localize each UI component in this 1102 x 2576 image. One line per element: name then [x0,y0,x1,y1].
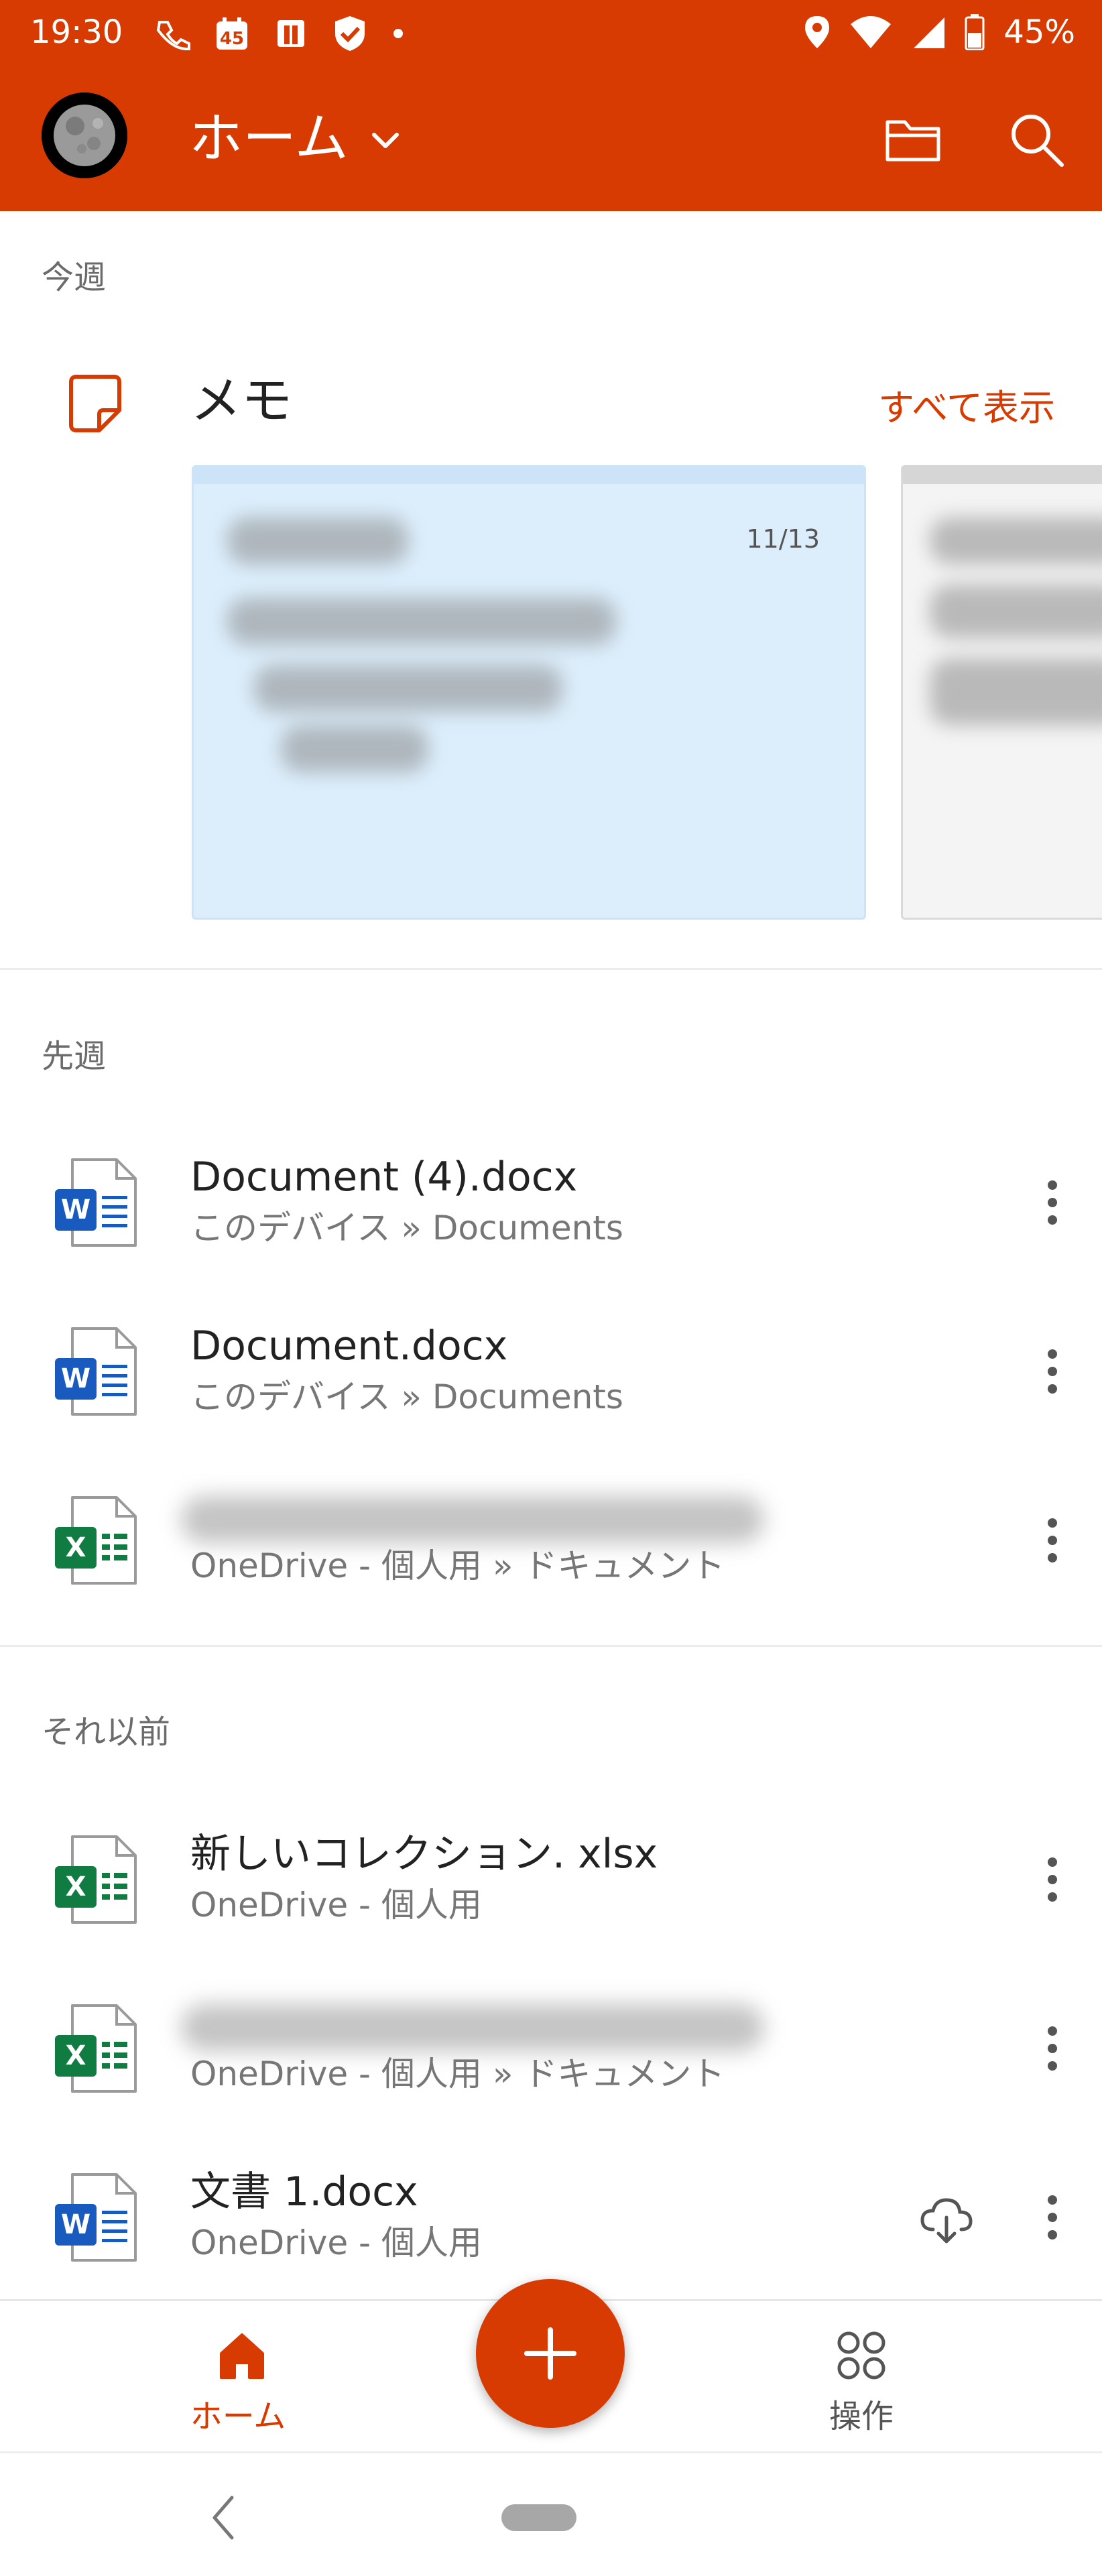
svg-text:W: W [61,1363,90,1394]
svg-text:X: X [66,1872,86,1902]
dot-icon [393,29,403,38]
file-row[interactable]: W 文書 1.docx OneDrive - 個人用 [0,2133,1102,2302]
redacted-text [930,585,1102,638]
word-file-icon: W [55,1327,137,1416]
redacted-text [227,517,408,564]
redacted-text [227,598,616,645]
nav-home[interactable]: ホーム [168,2329,308,2437]
word-file-icon: W [55,1158,137,1247]
svg-text:W: W [61,1194,90,1225]
file-name: Document (4).docx [190,1154,578,1201]
nav-actions-label: 操作 [829,2398,894,2435]
file-location: このデバイス » Documents [190,1209,623,1247]
divider [0,1645,1102,1647]
status-time: 19:30 [30,13,123,51]
divider [0,968,1102,970]
memo-card[interactable]: 11/13 [192,465,866,920]
file-location: OneDrive - 個人用 [190,2223,482,2262]
status-bar: 19:30 45 45% [0,0,1102,64]
file-row[interactable]: X 新しいコレクション. xlsx OneDrive - 個人用 [0,1795,1102,1964]
sticky-note-icon [69,375,121,432]
battery-percent: 45% [1003,13,1075,51]
redacted-text [930,517,1102,564]
file-location: OneDrive - 個人用 » ドキュメント [190,2054,725,2093]
battery-icon [965,14,985,50]
memo-date: 11/13 [746,524,820,554]
excel-file-icon: X [55,2004,137,2093]
home-gesture-pill[interactable] [501,2504,576,2531]
more-vertical-icon[interactable] [1032,2192,1073,2243]
nfc-icon [278,20,304,47]
cloud-download-icon[interactable] [918,2192,975,2248]
folder-icon[interactable] [882,109,944,170]
more-vertical-icon[interactable] [1032,1515,1073,1566]
create-new-button[interactable] [476,2279,625,2428]
apps-grid-icon [837,2331,885,2380]
file-name: 文書 1.docx [190,2168,418,2215]
chevron-down-icon[interactable] [367,123,404,159]
back-icon[interactable] [201,2491,245,2544]
wifi-calling-icon [156,21,190,50]
file-row[interactable]: W Document (4).docx このデバイス » Documents [0,1118,1102,1287]
file-row[interactable]: X OneDrive - 個人用 » ドキュメント [0,1456,1102,1625]
word-file-icon: W [55,2173,137,2262]
memo-card[interactable] [901,465,1102,920]
excel-file-icon: X [55,1835,137,1924]
redacted-text [281,725,428,772]
wifi-icon [851,16,892,48]
svg-text:X: X [66,1532,86,1563]
signal-icon [914,17,945,48]
file-location: このデバイス » Documents [190,1377,623,1416]
system-nav-bar [0,2451,1102,2576]
file-location: OneDrive - 個人用 [190,1886,482,1924]
more-vertical-icon[interactable] [1032,1854,1073,1905]
section-this-week: 今週 [42,259,107,296]
file-row[interactable]: W Document.docx このデバイス » Documents [0,1287,1102,1456]
file-row[interactable]: X OneDrive - 個人用 » ドキュメント [0,1964,1102,2133]
section-earlier: それ以前 [42,1713,171,1751]
more-vertical-icon[interactable] [1032,2023,1073,2074]
more-vertical-icon[interactable] [1032,1346,1073,1397]
more-vertical-icon[interactable] [1032,1177,1073,1228]
redacted-file-name [181,2004,764,2051]
svg-text:45: 45 [220,29,244,49]
calendar-45-icon: 45 [217,17,247,50]
home-icon [220,2333,264,2379]
avatar[interactable] [42,93,127,178]
plus-icon [524,2327,576,2380]
page-title[interactable]: ホーム [189,105,349,172]
redacted-text [930,658,1102,725]
location-icon [805,16,830,48]
search-icon[interactable] [1005,109,1067,170]
show-all-link[interactable]: すべて表示 [878,378,1055,431]
redacted-file-name [181,1496,764,1543]
svg-text:W: W [61,2209,90,2240]
section-last-week: 先週 [42,1038,107,1075]
app-bar: ホーム [0,64,1102,211]
svg-text:X: X [66,2040,86,2071]
redacted-text [254,665,562,712]
shield-icon [335,16,365,51]
file-name: 新しいコレクション. xlsx [190,1831,658,1878]
moon-avatar-image [42,93,127,178]
nav-actions[interactable]: 操作 [791,2329,932,2437]
nav-home-label: ホーム [190,2398,286,2435]
excel-file-icon: X [55,1496,137,1585]
file-location: OneDrive - 個人用 » ドキュメント [190,1546,725,1585]
memo-title: メモ [190,371,292,430]
file-name: Document.docx [190,1323,508,1369]
top-bar: 19:30 45 45% ホーム [0,0,1102,211]
